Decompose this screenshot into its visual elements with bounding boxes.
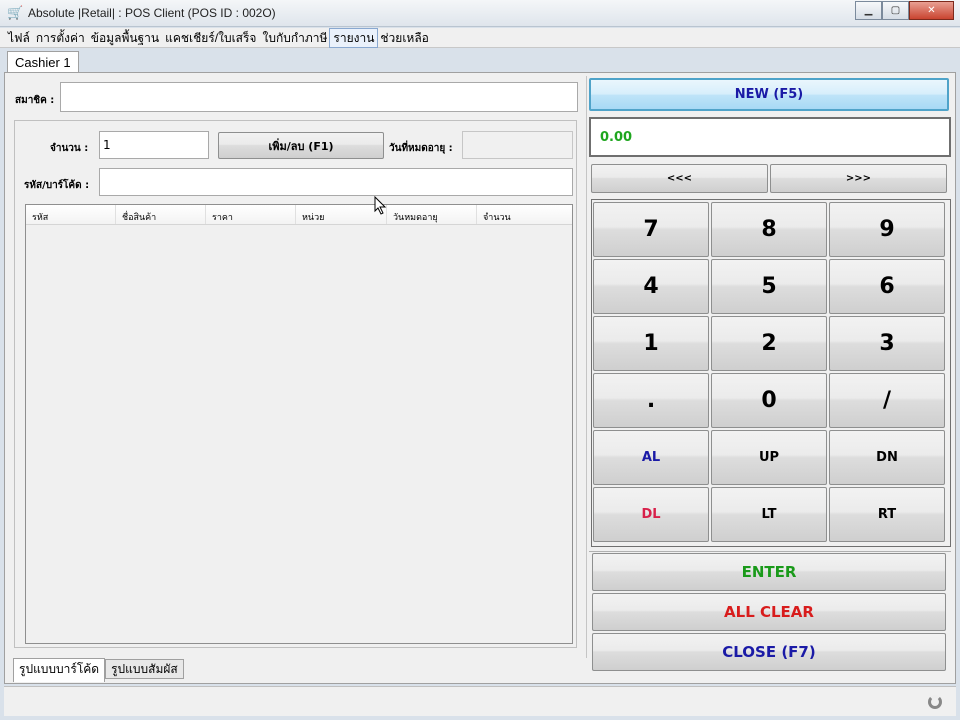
amount-display: 0.00	[589, 117, 951, 157]
title-bar: 🛒 Absolute |Retail| : POS Client (POS ID…	[0, 0, 960, 27]
entry-group: จำนวน : 1 เพิ่ม/ลบ (F1) วันที่หมดอายุ : …	[14, 120, 577, 648]
key-4[interactable]: 4	[593, 259, 709, 314]
all-clear-button[interactable]: ALL CLEAR	[592, 593, 946, 631]
right-panel: NEW (F5) 0.00 <<< >>> 7 8 9 4 5 6 1 2 3 …	[589, 77, 953, 681]
key-dl[interactable]: DL	[593, 487, 709, 542]
expiry-input[interactable]	[462, 131, 573, 159]
left-panel: สมาชิค : จำนวน : 1 เพิ่ม/ลบ (F1) วันที่ห…	[9, 76, 587, 682]
key-0[interactable]: 0	[711, 373, 827, 428]
barcode-input[interactable]	[99, 168, 573, 196]
status-bar	[4, 686, 956, 716]
col-qty[interactable]: จำนวน	[477, 205, 572, 224]
loading-spinner-icon	[928, 695, 942, 709]
col-code[interactable]: รหัส	[26, 205, 116, 224]
key-dn[interactable]: DN	[829, 430, 945, 485]
tab-barcode-mode[interactable]: รูปแบบบาร์โค้ด	[13, 658, 106, 682]
qty-label: จำนวน :	[50, 143, 89, 154]
new-button[interactable]: NEW (F5)	[589, 78, 949, 111]
key-slash[interactable]: /	[829, 373, 945, 428]
items-table[interactable]: รหัส ชื่อสินค้า ราคา หน่วย วันหมดอายุ จำ…	[25, 204, 573, 644]
col-name[interactable]: ชื่อสินค้า	[116, 205, 206, 224]
member-input[interactable]	[60, 82, 578, 112]
menu-cashier-receipt[interactable]: แคชเชียร์/ใบเสร็จ	[162, 29, 259, 47]
key-2[interactable]: 2	[711, 316, 827, 371]
col-expiry[interactable]: วันหมดอายุ	[387, 205, 477, 224]
items-table-header: รหัส ชื่อสินค้า ราคา หน่วย วันหมดอายุ จำ…	[26, 205, 572, 225]
window-title: Absolute |Retail| : POS Client (POS ID :…	[28, 6, 276, 20]
tab-cashier-1[interactable]: Cashier 1	[7, 51, 79, 73]
input-mode-tabs: รูปแบบบาร์โค้ด รูปแบบสัมผัส	[13, 658, 184, 682]
col-price[interactable]: ราคา	[206, 205, 296, 224]
key-lt[interactable]: LT	[711, 487, 827, 542]
enter-button[interactable]: ENTER	[592, 553, 946, 591]
cart-icon: 🛒	[7, 6, 24, 21]
member-label: สมาชิค :	[15, 95, 55, 106]
add-remove-button[interactable]: เพิ่ม/ลบ (F1)	[218, 132, 384, 159]
menu-master-data[interactable]: ข้อมูลพื้นฐาน	[88, 29, 162, 47]
maximize-button[interactable]: ▢	[882, 1, 909, 20]
key-al[interactable]: AL	[593, 430, 709, 485]
tab-touch-mode[interactable]: รูปแบบสัมผัส	[105, 659, 184, 679]
menu-settings[interactable]: การตั้งค่า	[33, 29, 88, 47]
prev-button[interactable]: <<<	[591, 164, 768, 193]
close-button[interactable]: CLOSE (F7)	[592, 633, 946, 671]
menu-bar: ไฟล์ การตั้งค่า ข้อมูลพื้นฐาน แคชเชียร์/…	[0, 27, 960, 48]
key-dot[interactable]: .	[593, 373, 709, 428]
window-controls: ▁ ▢ ✕	[855, 1, 954, 20]
key-rt[interactable]: RT	[829, 487, 945, 542]
menu-tax-invoice[interactable]: ใบกับกำภาษี	[259, 29, 330, 47]
new-button-label: NEW (F5)	[734, 87, 804, 102]
key-up[interactable]: UP	[711, 430, 827, 485]
barcode-label: รหัส/บาร์โค้ด :	[24, 180, 90, 191]
work-area: สมาชิค : จำนวน : 1 เพิ่ม/ลบ (F1) วันที่ห…	[4, 72, 956, 684]
next-button[interactable]: >>>	[770, 164, 947, 193]
key-1[interactable]: 1	[593, 316, 709, 371]
keypad: 7 8 9 4 5 6 1 2 3 . 0 / AL UP DN DL LT R…	[591, 199, 951, 547]
key-9[interactable]: 9	[829, 202, 945, 257]
key-8[interactable]: 8	[711, 202, 827, 257]
key-6[interactable]: 6	[829, 259, 945, 314]
key-5[interactable]: 5	[711, 259, 827, 314]
close-window-button[interactable]: ✕	[909, 1, 954, 20]
key-7[interactable]: 7	[593, 202, 709, 257]
divider	[589, 551, 951, 552]
expiry-label: วันที่หมดอายุ :	[389, 143, 453, 154]
menu-help[interactable]: ช่วยเหลือ	[377, 29, 432, 47]
key-3[interactable]: 3	[829, 316, 945, 371]
qty-input[interactable]: 1	[99, 131, 209, 159]
mouse-cursor-icon	[374, 196, 387, 215]
menu-file[interactable]: ไฟล์	[5, 29, 33, 47]
amount-value: 0.00	[600, 130, 633, 145]
menu-reports[interactable]: รายงาน	[329, 27, 379, 48]
minimize-button[interactable]: ▁	[855, 1, 882, 20]
